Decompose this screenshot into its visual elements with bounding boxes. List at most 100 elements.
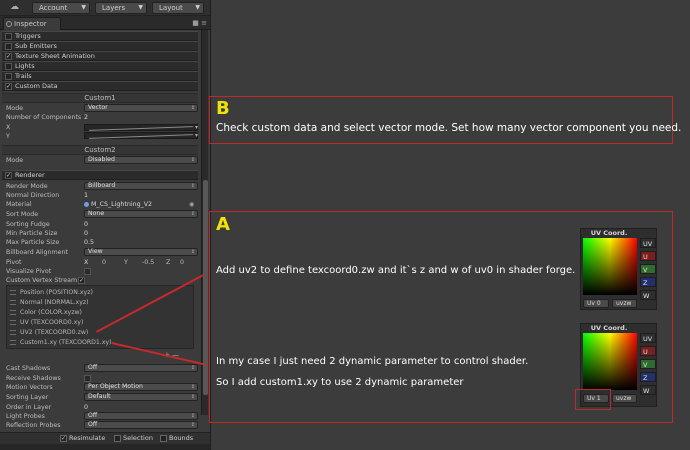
u-output[interactable]: U bbox=[640, 346, 656, 356]
drag-handle-icon[interactable] bbox=[10, 340, 16, 345]
uv-coord-node-1[interactable]: UV Coord. UV U V Z W Uv 0 uvzw bbox=[580, 228, 657, 310]
billboard-alignment-dropdown[interactable]: View bbox=[84, 248, 198, 256]
custom1-header: Custom1 bbox=[2, 93, 198, 103]
layers-dropdown[interactable]: Layers ▼ bbox=[95, 2, 147, 14]
z-output[interactable]: Z bbox=[640, 372, 656, 382]
uv-preview bbox=[583, 333, 637, 390]
field-label: Order in Layer bbox=[6, 404, 52, 411]
stream-label: UV2 (TEXCOORD0.zw) bbox=[20, 329, 89, 336]
trails-checkbox[interactable] bbox=[5, 73, 12, 80]
v-output[interactable]: V bbox=[640, 359, 656, 369]
uv-output[interactable]: UV bbox=[640, 333, 656, 343]
sorting-layer-dropdown[interactable]: Default bbox=[84, 393, 198, 401]
list-item[interactable]: Custom1.xy (TEXCOORD1.xy) bbox=[10, 338, 190, 347]
v-output[interactable]: V bbox=[640, 264, 656, 274]
material-field[interactable]: M_CS_Lightning_V2 bbox=[84, 200, 152, 209]
order-in-layer-field[interactable]: 0 bbox=[84, 403, 88, 412]
layers-label: Layers bbox=[102, 4, 126, 12]
custom1-x-row: X bbox=[6, 123, 198, 132]
custom-data-checkbox[interactable]: ✓ bbox=[5, 83, 12, 90]
annotation-a-text2: In my case I just need 2 dynamic paramet… bbox=[216, 356, 529, 367]
module-sub-emitters[interactable]: Sub Emitters bbox=[2, 41, 198, 51]
selection-toggle[interactable]: Selection bbox=[114, 433, 153, 444]
uv-output[interactable]: UV bbox=[640, 238, 656, 248]
top-toolbar: ☁ Account ▼ Layers ▼ Layout ▼ bbox=[0, 0, 210, 16]
lock-icon[interactable]: ■ ≡ bbox=[192, 19, 207, 27]
module-lights[interactable]: Lights bbox=[2, 61, 198, 71]
selection-checkbox[interactable] bbox=[114, 435, 121, 442]
sort-mode-dropdown[interactable]: None bbox=[84, 210, 198, 218]
w-output[interactable]: W bbox=[640, 385, 656, 395]
account-dropdown[interactable]: Account ▼ bbox=[32, 2, 90, 14]
pivot-x-field[interactable]: 0 bbox=[102, 258, 106, 267]
pivot-y-field[interactable]: -0.5 bbox=[142, 258, 154, 267]
module-label: Renderer bbox=[15, 171, 45, 179]
sub-emitters-checkbox[interactable] bbox=[5, 43, 12, 50]
custom-vertex-streams-checkbox[interactable]: ✓ bbox=[78, 277, 85, 284]
triggers-checkbox[interactable] bbox=[5, 33, 12, 40]
field-label: Number of Components bbox=[6, 114, 82, 121]
motion-vectors-dropdown[interactable]: Per Object Motion bbox=[84, 383, 198, 391]
drag-handle-icon[interactable] bbox=[10, 310, 16, 315]
resimulate-toggle[interactable]: ✓ Resimulate bbox=[60, 433, 105, 444]
annotation-a-text1: Add uv2 to define texcoord0.zw and it`s … bbox=[216, 265, 576, 276]
min-particle-size-field[interactable]: 0 bbox=[84, 229, 88, 238]
inspector-scrollbar[interactable] bbox=[201, 30, 208, 415]
num-components-field[interactable]: 2 bbox=[84, 113, 88, 122]
receive-shadows-checkbox[interactable] bbox=[84, 375, 91, 382]
tab-inspector[interactable]: Inspector bbox=[3, 17, 61, 30]
render-mode-dropdown[interactable]: Billboard bbox=[84, 182, 198, 190]
swizzle-dropdown[interactable]: uvzw bbox=[612, 394, 637, 403]
w-output[interactable]: W bbox=[640, 290, 656, 300]
custom1-mode-dropdown[interactable]: Vector bbox=[84, 104, 198, 112]
texture-sheet-checkbox[interactable]: ✓ bbox=[5, 53, 12, 60]
resimulate-checkbox[interactable]: ✓ bbox=[60, 435, 67, 442]
uv-node-title: UV Coord. bbox=[590, 324, 628, 332]
y-curve-field[interactable] bbox=[84, 131, 198, 140]
num-components-row: Number of Components 2 bbox=[6, 113, 196, 122]
bounds-checkbox[interactable] bbox=[160, 435, 167, 442]
reflection-probes-dropdown[interactable]: Off bbox=[84, 421, 198, 429]
u-output[interactable]: U bbox=[640, 251, 656, 261]
inspector-panel: ☁ Account ▼ Layers ▼ Layout ▼ Inspector ■ ≡… bbox=[0, 0, 211, 450]
normal-direction-row: Normal Direction 1 bbox=[6, 191, 196, 200]
drag-handle-icon[interactable] bbox=[10, 300, 16, 305]
sorting-fudge-field[interactable]: 0 bbox=[84, 220, 88, 229]
x-curve-field[interactable] bbox=[84, 123, 198, 132]
max-particle-size-field[interactable]: 0.5 bbox=[84, 238, 94, 247]
lights-checkbox[interactable] bbox=[5, 63, 12, 70]
sorting-layer-row: Sorting Layer Default bbox=[6, 393, 198, 402]
pivot-z-field[interactable]: 0 bbox=[180, 258, 184, 267]
stream-label: Normal (NORMAL.xyz) bbox=[20, 299, 89, 306]
uv-channel-dropdown[interactable]: Uv 0 bbox=[583, 299, 609, 308]
module-custom-data[interactable]: ✓ Custom Data bbox=[2, 81, 198, 91]
list-item[interactable]: UV (TEXCOORD0.xy) bbox=[10, 318, 190, 327]
layout-dropdown[interactable]: Layout ▼ bbox=[152, 2, 204, 14]
light-probes-dropdown[interactable]: Off bbox=[84, 412, 198, 420]
swizzle-dropdown[interactable]: uvzw bbox=[612, 299, 637, 308]
list-item[interactable]: Normal (NORMAL.xyz) bbox=[10, 298, 190, 307]
module-trails[interactable]: Trails bbox=[2, 71, 198, 81]
z-output[interactable]: Z bbox=[640, 277, 656, 287]
field-label: Custom Vertex Stream bbox=[6, 277, 78, 284]
field-label: Normal Direction bbox=[6, 192, 60, 199]
status-strip bbox=[0, 444, 210, 450]
drag-handle-icon[interactable] bbox=[10, 320, 16, 325]
visualize-pivot-checkbox[interactable] bbox=[84, 268, 91, 275]
module-triggers[interactable]: Triggers bbox=[2, 31, 198, 41]
module-texture-sheet-animation[interactable]: ✓ Texture Sheet Animation bbox=[2, 51, 198, 61]
cloud-icon[interactable]: ☁ bbox=[10, 2, 19, 12]
sorting-fudge-row: Sorting Fudge 0 bbox=[6, 220, 196, 229]
drag-handle-icon[interactable] bbox=[10, 290, 16, 295]
bounds-toggle[interactable]: Bounds bbox=[160, 433, 193, 444]
annotation-b-text: Check custom data and select vector mode… bbox=[216, 122, 682, 134]
custom-vertex-streams-row: Custom Vertex Stream ✓ bbox=[6, 276, 196, 285]
list-item[interactable]: Color (COLOR.xyzw) bbox=[10, 308, 190, 317]
normal-direction-field[interactable]: 1 bbox=[84, 191, 88, 200]
object-picker-icon[interactable]: ◉ bbox=[189, 200, 194, 209]
module-renderer[interactable]: ✓ Renderer bbox=[2, 170, 198, 180]
cast-shadows-dropdown[interactable]: Off bbox=[84, 364, 198, 372]
renderer-checkbox[interactable]: ✓ bbox=[5, 172, 12, 179]
drag-handle-icon[interactable] bbox=[10, 330, 16, 335]
custom2-mode-dropdown[interactable]: Disabled bbox=[84, 156, 198, 164]
